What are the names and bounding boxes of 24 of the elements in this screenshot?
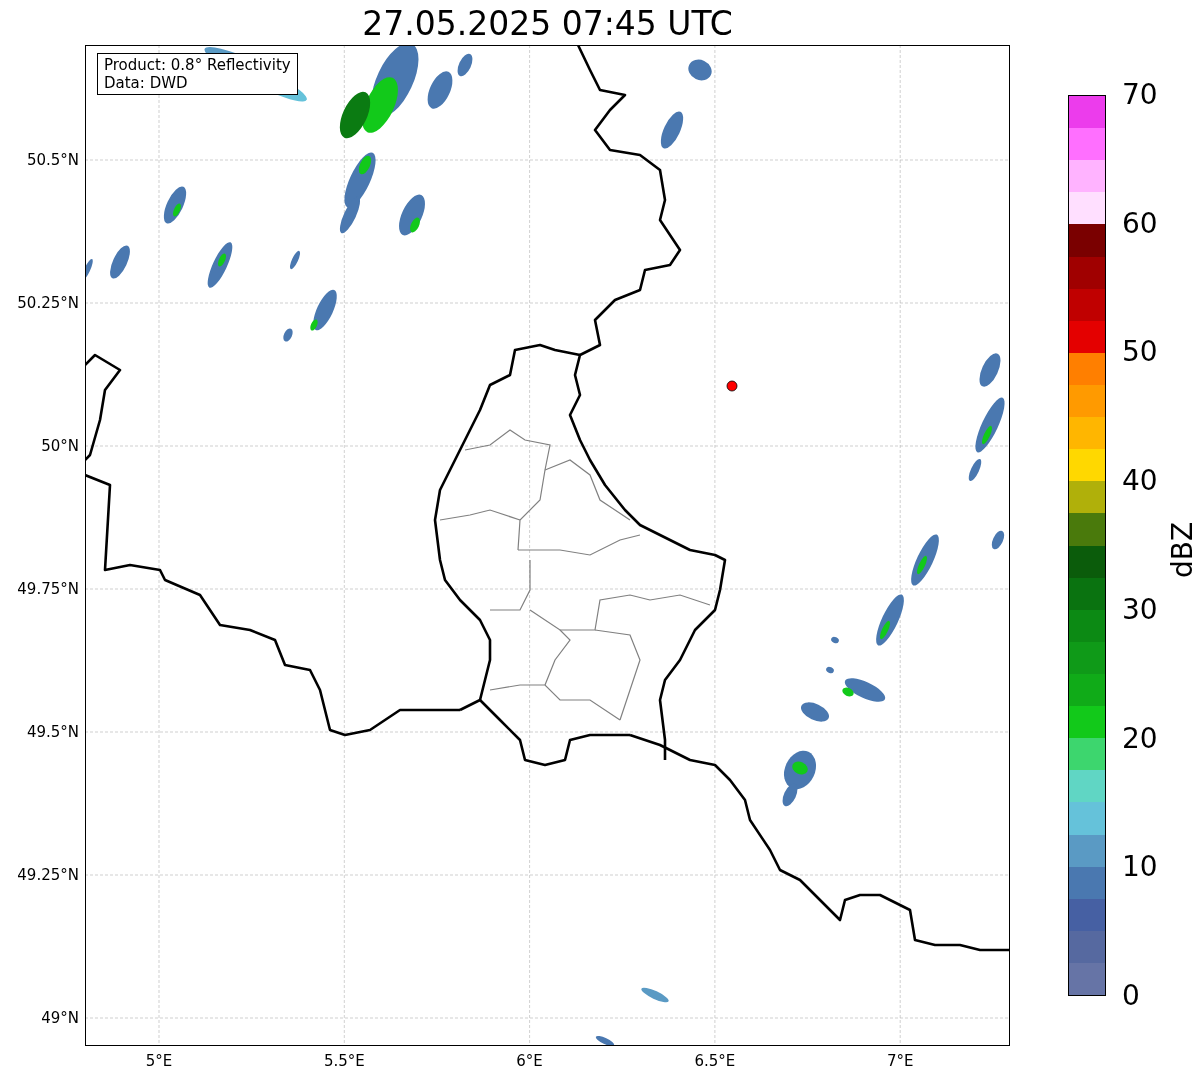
latitude-label: 49.75°N xyxy=(17,580,79,598)
colorbar-tick-label: 70 xyxy=(1122,79,1158,111)
longitude-label: 6°E xyxy=(515,1052,544,1070)
longitude-label: 5.5°E xyxy=(322,1052,366,1070)
colorbar-tick-label: 50 xyxy=(1122,336,1158,369)
colorbar-label: dBZ xyxy=(1167,521,1199,579)
latitude-label: 49.25°N xyxy=(17,866,79,884)
colorbar-tick-label: 0 xyxy=(1122,980,1140,1012)
info-text: Product: 0.8° Reflectivity xyxy=(104,56,291,74)
info-text: Data: DWD xyxy=(104,74,189,92)
latitude-label: 49°N xyxy=(41,1009,79,1027)
latitude-label: 50.5°N xyxy=(26,151,79,169)
colorbar-tick-label: 30 xyxy=(1122,593,1158,626)
longitude-label: 7°E xyxy=(885,1052,915,1070)
chart-title: 27.05.2025 07:45 UTC xyxy=(361,3,734,45)
latitude-label: 49.5°N xyxy=(26,723,79,741)
colorbar-tick-label: 40 xyxy=(1122,465,1158,498)
colorbar-tick-label: 20 xyxy=(1122,722,1158,755)
latitude-label: 50.25°N xyxy=(17,294,79,312)
longitude-label: 6.5°E xyxy=(693,1052,737,1070)
colorbar-tick-label: 10 xyxy=(1122,851,1158,884)
colorbar-tick-label: 60 xyxy=(1122,207,1158,240)
longitude-label: 5°E xyxy=(144,1052,174,1070)
latitude-label: 50°N xyxy=(41,437,79,455)
